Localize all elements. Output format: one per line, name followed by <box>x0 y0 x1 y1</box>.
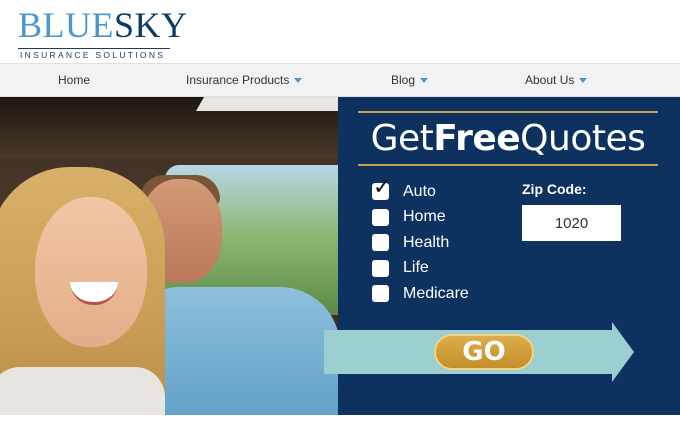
chevron-down-icon <box>579 78 588 84</box>
quote-title: GetFreeQuotes <box>370 118 646 159</box>
zip-code-input[interactable] <box>522 205 621 241</box>
option-home[interactable]: Home <box>372 205 469 231</box>
option-label: Health <box>403 233 450 251</box>
option-auto[interactable]: ✓ Auto <box>372 176 469 205</box>
title-bottom-rule <box>358 164 658 166</box>
life-checkbox[interactable] <box>372 259 389 277</box>
medicare-checkbox[interactable] <box>372 285 389 303</box>
option-label: Home <box>403 208 446 226</box>
title-top-rule <box>358 111 658 113</box>
option-health[interactable]: Health <box>372 230 469 256</box>
logo-divider <box>18 48 170 49</box>
nav-item-blog[interactable]: Blog <box>391 64 429 96</box>
hero-photo <box>0 97 338 415</box>
zip-code-label: Zip Code: <box>522 181 587 197</box>
logo-wordmark: BLUESKY <box>18 5 188 45</box>
nav-item-insurance-products[interactable]: Insurance Products <box>186 64 303 96</box>
option-label: Auto <box>403 182 436 200</box>
health-checkbox[interactable] <box>372 234 389 252</box>
auto-checkbox[interactable]: ✓ <box>372 176 391 201</box>
insurance-type-options: ✓ Auto Home Health Life Medicare <box>372 176 469 307</box>
main-nav: Home Insurance Products Blog About Us <box>0 63 680 97</box>
home-checkbox[interactable] <box>372 208 389 226</box>
chevron-down-icon <box>420 78 429 84</box>
option-label: Life <box>403 259 429 277</box>
nav-item-about-us[interactable]: About Us <box>525 64 588 96</box>
checkmark-icon: ✓ <box>373 174 392 200</box>
go-button[interactable]: GO <box>434 334 534 370</box>
nav-item-home[interactable]: Home <box>58 64 90 96</box>
chevron-down-icon <box>294 78 303 84</box>
option-life[interactable]: Life <box>372 256 469 282</box>
brand-logo[interactable]: BLUESKY INSURANCE SOLUTIONS <box>18 5 188 60</box>
logo-tagline: INSURANCE SOLUTIONS <box>20 50 166 60</box>
option-medicare[interactable]: Medicare <box>372 281 469 307</box>
option-label: Medicare <box>403 284 469 302</box>
